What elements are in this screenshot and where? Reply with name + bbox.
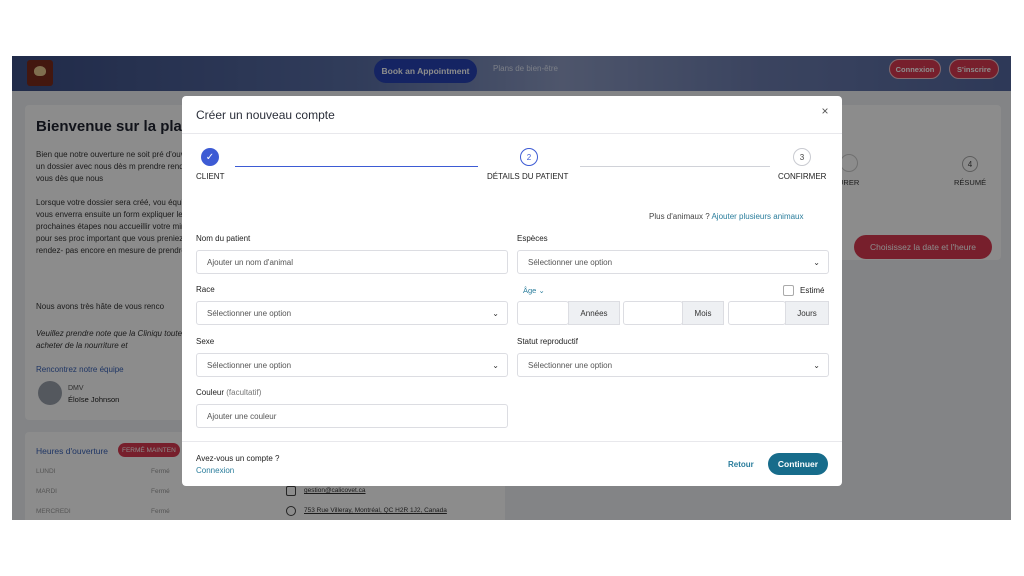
sex-select[interactable]: Sélectionner une option ⌄ — [196, 353, 508, 377]
chevron-down-icon: ⌄ — [813, 258, 820, 267]
age-toggle[interactable]: Âge ⌄ — [523, 286, 545, 295]
color-placeholder: Ajouter une couleur — [207, 411, 277, 421]
more-animals-text: Plus d'animaux ? — [649, 212, 710, 221]
close-icon[interactable]: × — [819, 105, 831, 117]
breed-placeholder: Sélectionner une option — [207, 308, 292, 318]
years-input[interactable] — [517, 301, 569, 325]
patient-name-label: Nom du patient — [196, 234, 251, 243]
create-account-modal: Créer un nouveau compte × ✓ 2 3 CLIENT D… — [182, 96, 842, 486]
patient-name-input[interactable]: Ajouter un nom d'animal — [196, 250, 508, 274]
age-label: Âge — [523, 286, 537, 295]
color-input[interactable]: Ajouter une couleur — [196, 404, 508, 428]
step-2-circle: 2 — [520, 148, 538, 166]
login-link[interactable]: Connexion — [196, 466, 234, 475]
breed-select[interactable]: Sélectionner une option ⌄ — [196, 301, 508, 325]
species-placeholder: Sélectionner une option — [528, 257, 613, 267]
breed-label: Race — [196, 285, 215, 294]
days-input[interactable] — [728, 301, 786, 325]
divider — [182, 133, 842, 134]
modal-title: Créer un nouveau compte — [196, 108, 335, 122]
step-connector — [580, 166, 770, 167]
repro-status-select[interactable]: Sélectionner une option ⌄ — [517, 353, 829, 377]
species-label: Espèces — [517, 234, 548, 243]
chevron-down-icon: ⌄ — [492, 309, 499, 318]
step-2-label: DÉTAILS DU PATIENT — [487, 172, 569, 181]
step-3-circle: 3 — [793, 148, 811, 166]
color-label: Couleur (facultatif) — [196, 388, 261, 397]
continue-button[interactable]: Continuer — [768, 453, 828, 475]
divider — [182, 441, 842, 442]
has-account-text: Avez-vous un compte ? — [196, 454, 280, 463]
sex-label: Sexe — [196, 337, 215, 346]
color-label-text: Couleur — [196, 388, 225, 397]
repro-status-placeholder: Sélectionner une option — [528, 360, 613, 370]
step-3-label: CONFIRMER — [778, 172, 827, 181]
step-connector — [235, 166, 478, 167]
months-unit: Mois — [682, 301, 724, 325]
patient-name-placeholder: Ajouter un nom d'animal — [207, 257, 294, 267]
back-button[interactable]: Retour — [728, 460, 754, 469]
add-multiple-animals-link[interactable]: Ajouter plusieurs animaux — [711, 212, 803, 221]
years-unit: Années — [568, 301, 620, 325]
chevron-down-icon: ⌄ — [813, 361, 820, 370]
species-select[interactable]: Sélectionner une option ⌄ — [517, 250, 829, 274]
step-1-label: CLIENT — [196, 172, 225, 181]
sex-placeholder: Sélectionner une option — [207, 360, 292, 370]
optional-hint: (facultatif) — [226, 388, 262, 397]
estimated-label: Estimé — [800, 286, 825, 295]
more-animals-row: Plus d'animaux ? Ajouter plusieurs anima… — [649, 212, 804, 221]
step-1-check-icon: ✓ — [201, 148, 219, 166]
months-input[interactable] — [623, 301, 683, 325]
days-unit: Jours — [785, 301, 829, 325]
estimated-checkbox[interactable] — [783, 285, 794, 296]
chevron-down-icon: ⌄ — [538, 286, 545, 295]
repro-status-label: Statut reproductif — [517, 337, 578, 346]
chevron-down-icon: ⌄ — [492, 361, 499, 370]
